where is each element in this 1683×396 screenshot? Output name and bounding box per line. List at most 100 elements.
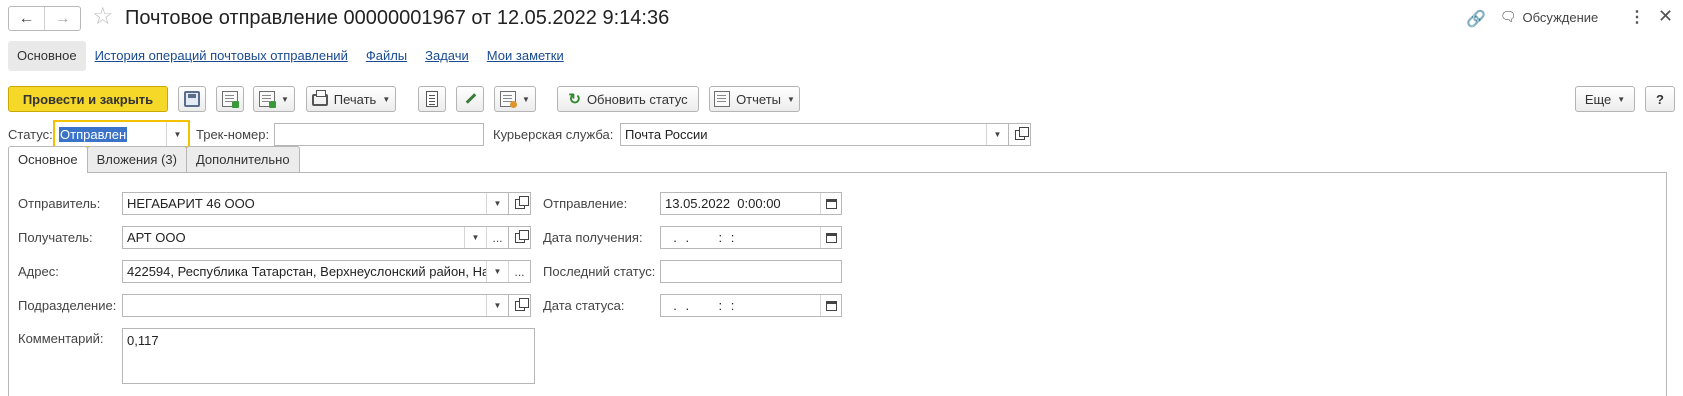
discussion-button[interactable]: 🗨 Обсуждение	[1500, 9, 1598, 25]
received-date-value: . . : :	[665, 230, 735, 245]
calendar-icon	[825, 232, 837, 243]
chevron-down-icon: ▼	[281, 94, 289, 104]
help-button[interactable]: ?	[1645, 86, 1675, 112]
favorite-star-icon[interactable]: ☆	[92, 3, 114, 31]
section-tab-history[interactable]: История операций почтовых отправлений	[86, 41, 357, 71]
more-label: Еще	[1584, 91, 1612, 107]
print-label: Печать	[333, 91, 377, 107]
open-icon	[514, 195, 529, 209]
form-tabs: Основное Вложения (3) Дополнительно	[8, 146, 300, 173]
section-tab-tasks[interactable]: Задачи	[416, 41, 478, 71]
recipient-open-button[interactable]	[508, 226, 531, 249]
link-icon[interactable]: 🔗	[1466, 9, 1486, 29]
calendar-button[interactable]	[820, 227, 841, 248]
reports-button[interactable]: Отчеты ▼	[709, 86, 800, 112]
tab-main[interactable]: Основное	[8, 146, 88, 173]
more-button[interactable]: Еще ▼	[1575, 86, 1635, 112]
select-more-icon[interactable]: ...	[486, 227, 508, 248]
post-document-icon	[222, 91, 239, 108]
edit-button[interactable]	[456, 86, 484, 112]
create-based-icon	[259, 91, 277, 108]
section-tabs: Основное История операций почтовых отпра…	[8, 41, 573, 71]
list-icon	[426, 91, 438, 107]
chevron-down-icon[interactable]: ▼	[486, 261, 508, 282]
close-icon[interactable]: ✕	[1658, 6, 1673, 27]
status-date-field[interactable]: . . : :	[660, 294, 842, 317]
forward-arrow-icon[interactable]: →	[44, 7, 80, 30]
tab-additional[interactable]: Дополнительно	[185, 146, 300, 172]
refresh-status-label: Обновить статус	[586, 91, 688, 107]
courier-service-label: Курьерская служба:	[493, 127, 614, 142]
structure-button[interactable]	[418, 86, 446, 112]
more-vertical-icon[interactable]: ⋮	[1629, 7, 1645, 27]
attachment-icon	[500, 91, 518, 108]
received-date-field[interactable]: . . : :	[660, 226, 842, 249]
recipient-value: АРТ ООО	[127, 230, 186, 245]
status-select[interactable]: Отправлен ▼	[53, 120, 190, 148]
select-more-icon[interactable]: ...	[508, 261, 530, 282]
comment-textarea[interactable]: 0,117	[122, 328, 535, 384]
refresh-status-button[interactable]: ↻ Обновить статус	[557, 86, 699, 112]
reports-label: Отчеты	[736, 91, 781, 107]
track-number-label: Трек-номер:	[196, 127, 270, 142]
window-title: Почтовое отправление 00000001967 от 12.0…	[125, 7, 670, 29]
open-icon	[514, 297, 529, 311]
sender-value: НЕГАБАРИТ 46 ООО	[127, 196, 255, 211]
section-tab-files[interactable]: Файлы	[357, 41, 416, 71]
recipient-label: Получатель:	[18, 230, 93, 245]
tab-attachments[interactable]: Вложения (3)	[86, 146, 187, 172]
address-value: 422594, Республика Татарстан, Верхнеусло…	[127, 264, 486, 279]
status-value: Отправлен	[59, 126, 128, 142]
chevron-down-icon: ▼	[522, 94, 530, 104]
dispatch-date-field[interactable]: 13.05.2022 0:00:00	[660, 192, 842, 215]
status-label: Статус:	[8, 127, 53, 142]
pen-icon	[462, 91, 478, 107]
comment-label: Комментарий:	[18, 331, 104, 346]
post-button[interactable]	[216, 86, 244, 112]
courier-service-value: Почта России	[625, 127, 708, 142]
chevron-down-icon: ▼	[382, 94, 391, 104]
dispatch-label: Отправление:	[543, 196, 628, 211]
address-field[interactable]: 422594, Республика Татарстан, Верхнеусло…	[122, 260, 531, 283]
create-based-on-button[interactable]: ▼	[253, 86, 295, 112]
division-label: Подразделение:	[18, 298, 117, 313]
chevron-down-icon[interactable]: ▼	[464, 227, 486, 248]
division-open-button[interactable]	[508, 294, 531, 317]
chevron-down-icon[interactable]: ▼	[486, 295, 508, 316]
calendar-icon	[825, 300, 837, 311]
section-tab-main[interactable]: Основное	[8, 41, 86, 71]
chat-icon: 🗨	[1500, 9, 1517, 24]
chevron-down-icon[interactable]: ▼	[486, 193, 508, 214]
status-date-label: Дата статуса:	[543, 298, 625, 313]
open-icon	[1014, 126, 1029, 140]
sender-open-button[interactable]	[508, 192, 531, 215]
section-tab-notes[interactable]: Мои заметки	[478, 41, 573, 71]
calendar-button[interactable]	[820, 295, 841, 316]
chevron-down-icon[interactable]: ▼	[166, 122, 188, 146]
chevron-down-icon[interactable]: ▼	[986, 124, 1008, 145]
last-status-label: Последний статус:	[543, 264, 656, 279]
print-button[interactable]: Печать ▼	[306, 86, 396, 112]
save-icon	[184, 91, 200, 107]
refresh-icon: ↻	[568, 91, 581, 108]
recipient-field[interactable]: АРТ ООО ▼ ...	[122, 226, 509, 249]
status-date-value: . . : :	[665, 298, 735, 313]
sender-label: Отправитель:	[18, 196, 101, 211]
chevron-down-icon: ▼	[1617, 94, 1626, 104]
received-date-label: Дата получения:	[543, 230, 643, 245]
last-status-field[interactable]	[660, 260, 842, 283]
post-and-close-button[interactable]: Провести и закрыть	[8, 86, 168, 112]
dispatch-date-value: 13.05.2022 0:00:00	[665, 196, 781, 211]
courier-open-button[interactable]	[1008, 123, 1031, 146]
open-icon	[514, 229, 529, 243]
sender-field[interactable]: НЕГАБАРИТ 46 ООО ▼	[122, 192, 509, 215]
printer-icon	[311, 90, 328, 106]
report-icon	[714, 91, 731, 107]
calendar-button[interactable]	[820, 193, 841, 214]
back-arrow-icon[interactable]: ←	[9, 7, 44, 30]
division-field[interactable]: ▼	[122, 294, 509, 317]
attachments-button[interactable]: ▼	[494, 86, 536, 112]
save-button[interactable]	[178, 86, 206, 112]
track-number-input[interactable]	[274, 123, 484, 146]
courier-service-field[interactable]: Почта России ▼	[620, 123, 1009, 146]
